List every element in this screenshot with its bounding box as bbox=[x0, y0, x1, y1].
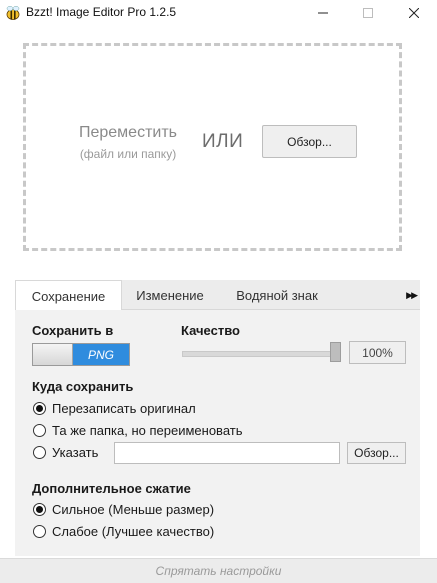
destination-label: Куда сохранить bbox=[32, 379, 134, 394]
quality-value: 100% bbox=[349, 341, 406, 364]
close-icon bbox=[408, 8, 419, 18]
tab-bar: Сохранение Изменение Водяной знак ▶▶ bbox=[15, 280, 420, 311]
radio-rename[interactable] bbox=[33, 424, 46, 437]
minimize-button[interactable] bbox=[300, 0, 345, 26]
radio-strong-compression[interactable] bbox=[33, 503, 46, 516]
radio-custom-path-label: Указать bbox=[52, 445, 99, 460]
radio-strong-compression-label: Сильное (Меньше размер) bbox=[52, 502, 215, 517]
toggle-knob bbox=[33, 344, 73, 365]
close-button[interactable] bbox=[391, 0, 436, 26]
path-browse-button[interactable]: Обзор... bbox=[347, 442, 406, 464]
radio-overwrite-label: Перезаписать оригинал bbox=[52, 401, 196, 416]
format-toggle[interactable]: PNG bbox=[32, 343, 130, 366]
tab-resize[interactable]: Изменение bbox=[123, 280, 217, 310]
bee-icon bbox=[6, 6, 20, 20]
hide-settings-button[interactable]: Спрятать настройки bbox=[0, 558, 437, 583]
move-sublabel: (файл или папку) bbox=[79, 147, 177, 161]
save-settings-panel: Сохранить в PNG Качество 100% Куда сохра… bbox=[15, 310, 420, 556]
settings-panel: Сохранение Изменение Водяной знак ▶▶ Сох… bbox=[15, 280, 420, 556]
move-label: Переместить bbox=[78, 124, 178, 141]
radio-rename-label: Та же папка, но переименовать bbox=[52, 423, 243, 438]
quality-slider-track[interactable] bbox=[182, 351, 338, 357]
minimize-icon bbox=[317, 12, 328, 14]
compression-label: Дополнительное сжатие bbox=[32, 481, 191, 496]
tab-watermark[interactable]: Водяной знак bbox=[218, 280, 336, 310]
path-input[interactable] bbox=[114, 442, 340, 464]
title-bar: Bzzt! Image Editor Pro 1.2.5 bbox=[0, 0, 437, 26]
or-label: ИЛИ bbox=[202, 131, 244, 152]
quality-label: Качество bbox=[181, 323, 240, 338]
format-value: PNG bbox=[73, 344, 129, 365]
window-title: Bzzt! Image Editor Pro 1.2.5 bbox=[26, 5, 177, 19]
maximize-button[interactable] bbox=[345, 0, 390, 26]
maximize-icon bbox=[362, 8, 373, 18]
drop-zone[interactable]: Переместить (файл или папку) ИЛИ Обзор..… bbox=[23, 43, 402, 251]
tab-scroll-right-icon[interactable]: ▶▶ bbox=[406, 280, 418, 310]
radio-overwrite[interactable] bbox=[33, 402, 46, 415]
save-as-label: Сохранить в bbox=[32, 323, 114, 338]
radio-custom-path[interactable] bbox=[33, 446, 46, 459]
quality-slider-thumb[interactable] bbox=[330, 342, 341, 362]
browse-button[interactable]: Обзор... bbox=[262, 125, 357, 158]
tab-save[interactable]: Сохранение bbox=[15, 280, 122, 311]
radio-weak-compression-label: Слабое (Лучшее качество) bbox=[52, 524, 215, 539]
radio-weak-compression[interactable] bbox=[33, 525, 46, 538]
